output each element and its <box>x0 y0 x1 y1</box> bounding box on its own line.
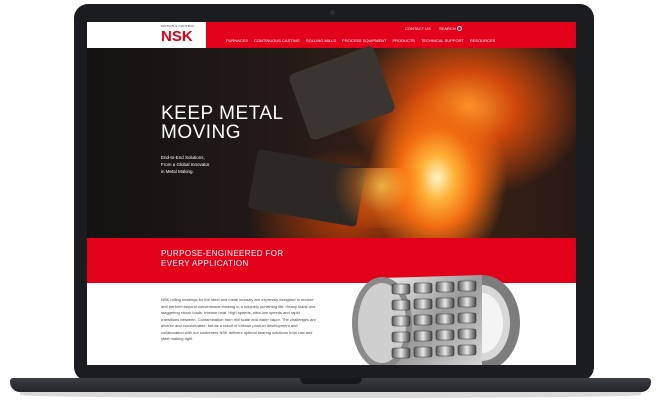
nav-item-resources[interactable]: RESOURCES <box>470 38 495 43</box>
nav-item-technical-support[interactable]: TECHNICAL SUPPORT <box>421 38 464 43</box>
nav-item-furnaces[interactable]: FURNACES <box>226 38 248 43</box>
laptop-base-notch <box>300 378 362 384</box>
contact-us-label: CONTACT US <box>405 26 431 31</box>
hero-subtitle: End-to-End Solutions, From a Global Inno… <box>161 154 241 175</box>
hero-sparks <box>327 168 437 228</box>
nav-item-rolling-mills[interactable]: ROLLING MILLS <box>306 38 336 43</box>
laptop-shadow <box>20 392 641 398</box>
hero-subtitle-line: in Metal Making. <box>161 169 194 174</box>
body-paragraph: NSK rolling bearings for the steel and m… <box>161 297 316 341</box>
hero-subtitle-line: End-to-End Solutions, <box>161 155 205 160</box>
laptop-screen: MOTION & CONTROL NSK CONTACT US SEARCH F… <box>87 22 576 365</box>
header-red-bar: CONTACT US SEARCH FURNACES CONTINUOUS CA… <box>206 22 576 48</box>
search-icon <box>456 26 462 32</box>
hero-subtitle-line: From a Global Innovator <box>161 162 210 167</box>
roller-bearing-image <box>352 275 520 365</box>
nav-item-continuous-casting[interactable]: CONTINUOUS CASTING <box>254 38 300 43</box>
hero-banner: KEEP METAL MOVING End-to-End Solutions, … <box>87 44 576 238</box>
section-title: PURPOSE-ENGINEERED FOR EVERY APPLICATION <box>161 249 284 268</box>
search-label: SEARCH <box>439 26 456 31</box>
search-link[interactable]: SEARCH <box>439 26 462 32</box>
nsk-logo[interactable]: NSK <box>161 29 193 44</box>
laptop-base <box>10 378 651 392</box>
contact-us-link[interactable]: CONTACT US <box>405 26 431 31</box>
nav-item-process-equipment[interactable]: PROCESS EQUIPMENT <box>342 38 386 43</box>
site-header: MOTION & CONTROL NSK CONTACT US SEARCH F… <box>87 22 576 48</box>
camera-dot <box>330 10 335 15</box>
nav-item-products[interactable]: PRODUCTS <box>392 38 414 43</box>
hero-title: KEEP METAL MOVING <box>161 103 283 143</box>
main-nav: FURNACES CONTINUOUS CASTING ROLLING MILL… <box>226 38 495 43</box>
